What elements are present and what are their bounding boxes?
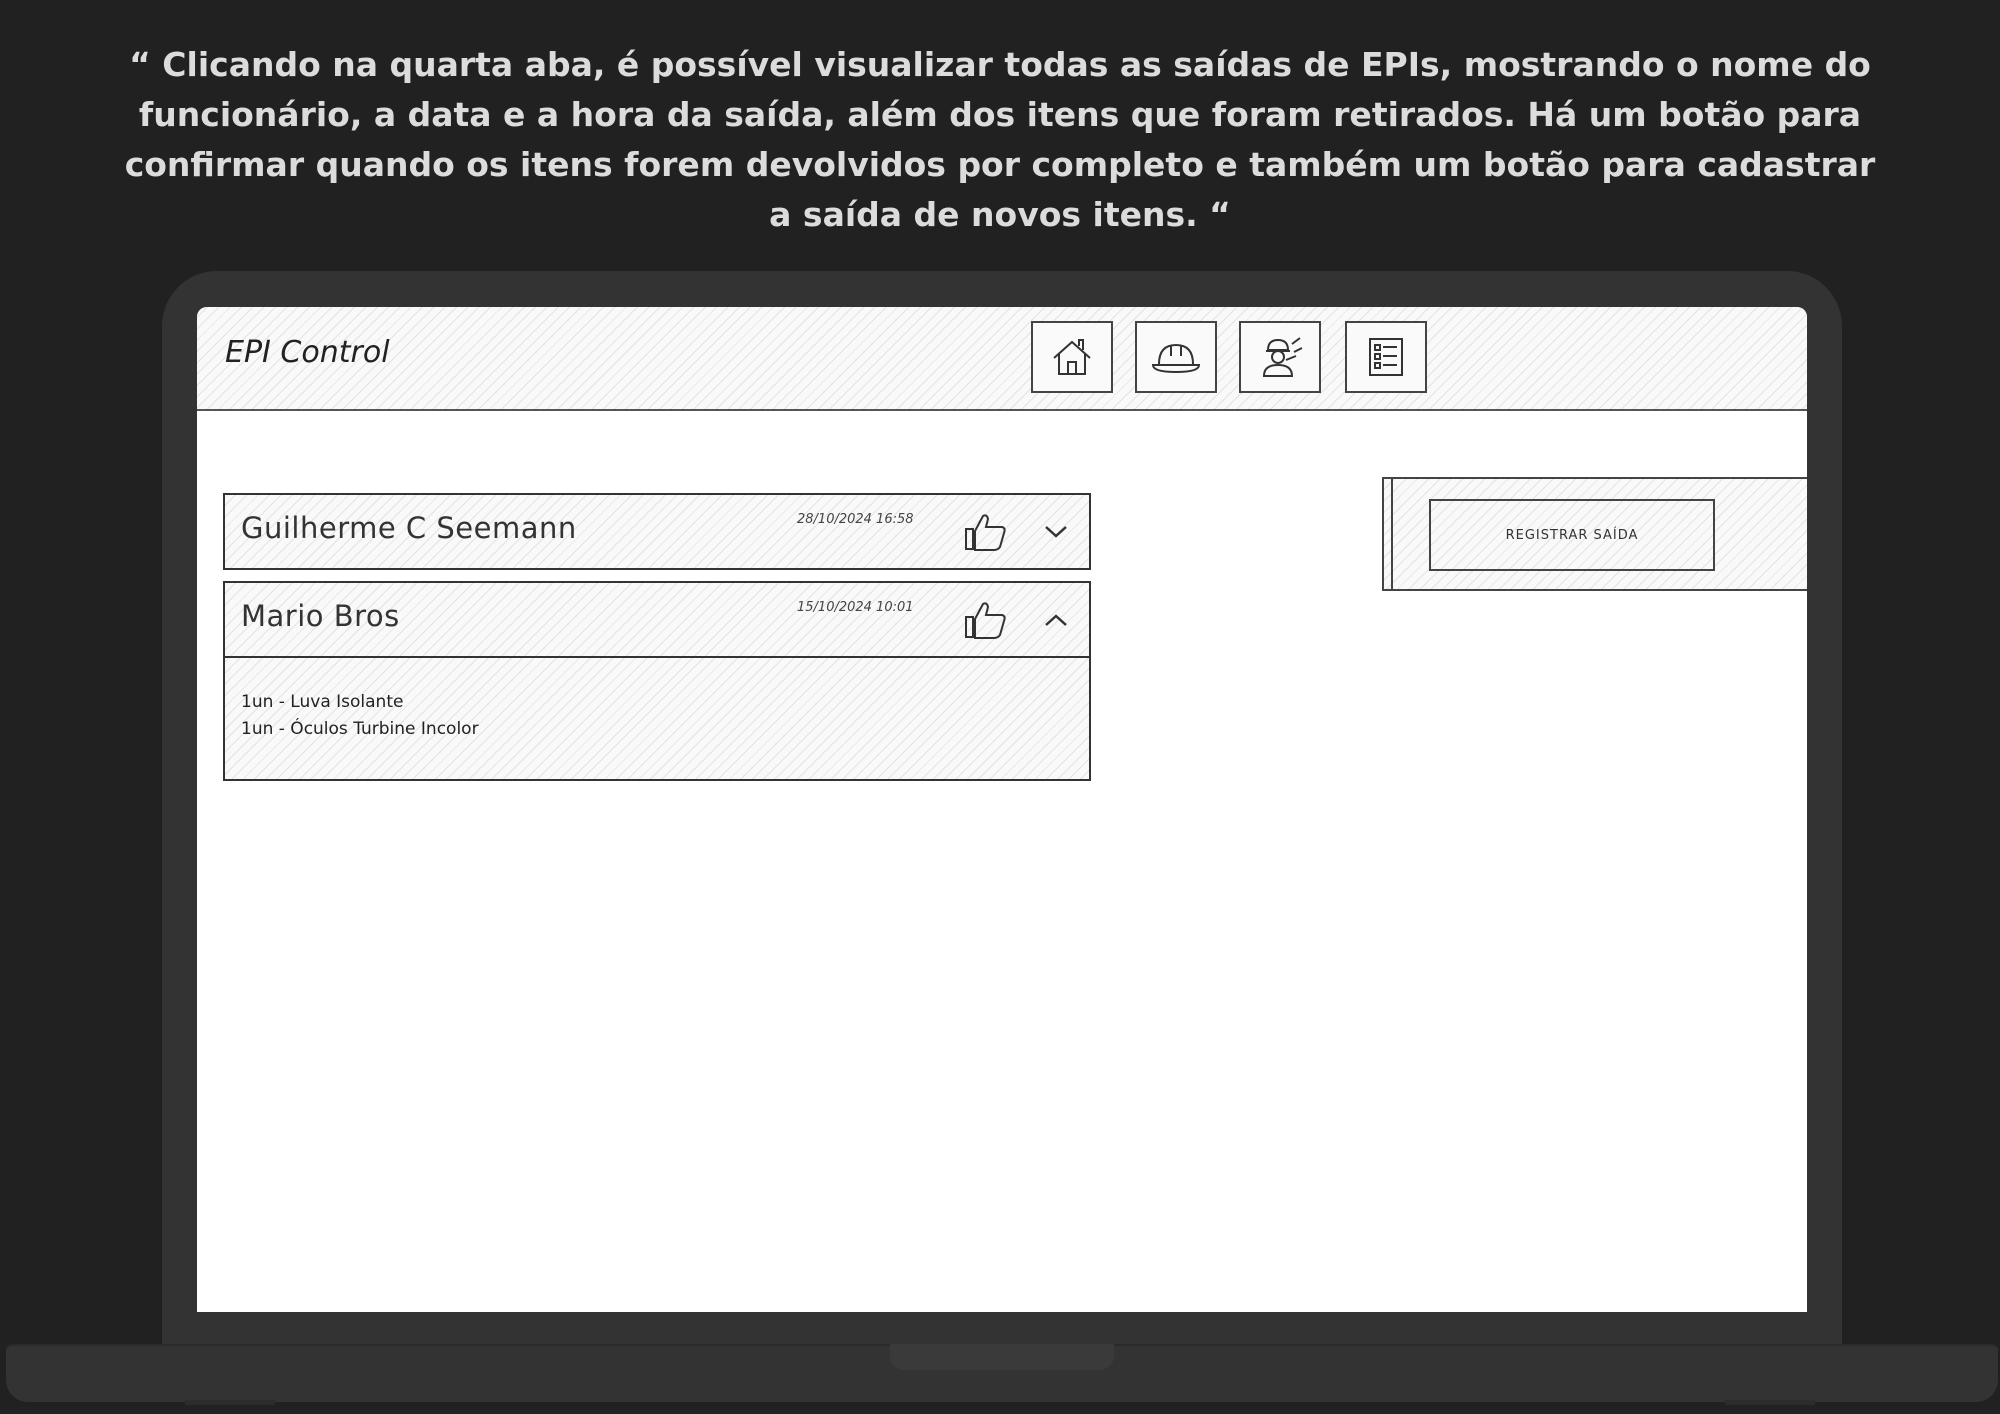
thumbs-up-icon[interactable]	[963, 513, 1009, 553]
list-icon	[1369, 338, 1403, 376]
exit-item: 1un - Óculos Turbine Incolor	[241, 719, 479, 739]
chevron-up-icon[interactable]	[1043, 611, 1069, 629]
tab-epis[interactable]	[1135, 321, 1217, 393]
home-icon	[1053, 339, 1091, 375]
exit-record-header[interactable]: Guilherme C Seemann 28/10/2024 16:58	[225, 495, 1089, 568]
exit-datetime: 15/10/2024 10:01	[797, 600, 914, 615]
caption-text: “ Clicando na quarta aba, é possível vis…	[124, 45, 1876, 234]
laptop-foot	[1725, 1400, 1815, 1405]
thumbs-up-icon[interactable]	[963, 601, 1009, 641]
exit-items-panel: 1un - Luva Isolante 1un - Óculos Turbine…	[225, 656, 1089, 779]
app-screen: EPI Control Guilherme C Seemann 28/10/20…	[197, 307, 1807, 1312]
employee-name: Mario Bros	[241, 599, 400, 633]
panel-divider	[1391, 479, 1393, 589]
chevron-down-icon[interactable]	[1043, 523, 1069, 541]
actions-panel: REGISTRAR SAÍDA	[1382, 477, 1807, 591]
employee-name: Guilherme C Seemann	[241, 511, 577, 545]
top-bar: EPI Control	[197, 307, 1807, 411]
helmet-icon	[1151, 343, 1201, 374]
exit-record-card[interactable]: Guilherme C Seemann 28/10/2024 16:58	[223, 493, 1091, 570]
laptop-foot	[185, 1400, 275, 1405]
exit-record-header[interactable]: Mario Bros 15/10/2024 10:01	[225, 583, 1089, 656]
tab-employees[interactable]	[1239, 321, 1321, 393]
register-exit-button[interactable]: REGISTRAR SAÍDA	[1429, 499, 1715, 571]
worker-icon	[1262, 337, 1303, 377]
tab-exits[interactable]	[1345, 321, 1427, 393]
laptop-notch	[890, 1344, 1114, 1370]
exit-item: 1un - Luva Isolante	[241, 692, 404, 712]
exit-datetime: 28/10/2024 16:58	[797, 512, 914, 527]
exit-record-card[interactable]: Mario Bros 15/10/2024 10:01 1un - Luva I…	[223, 581, 1091, 781]
app-brand: EPI Control	[225, 335, 390, 370]
tab-home[interactable]	[1031, 321, 1113, 393]
